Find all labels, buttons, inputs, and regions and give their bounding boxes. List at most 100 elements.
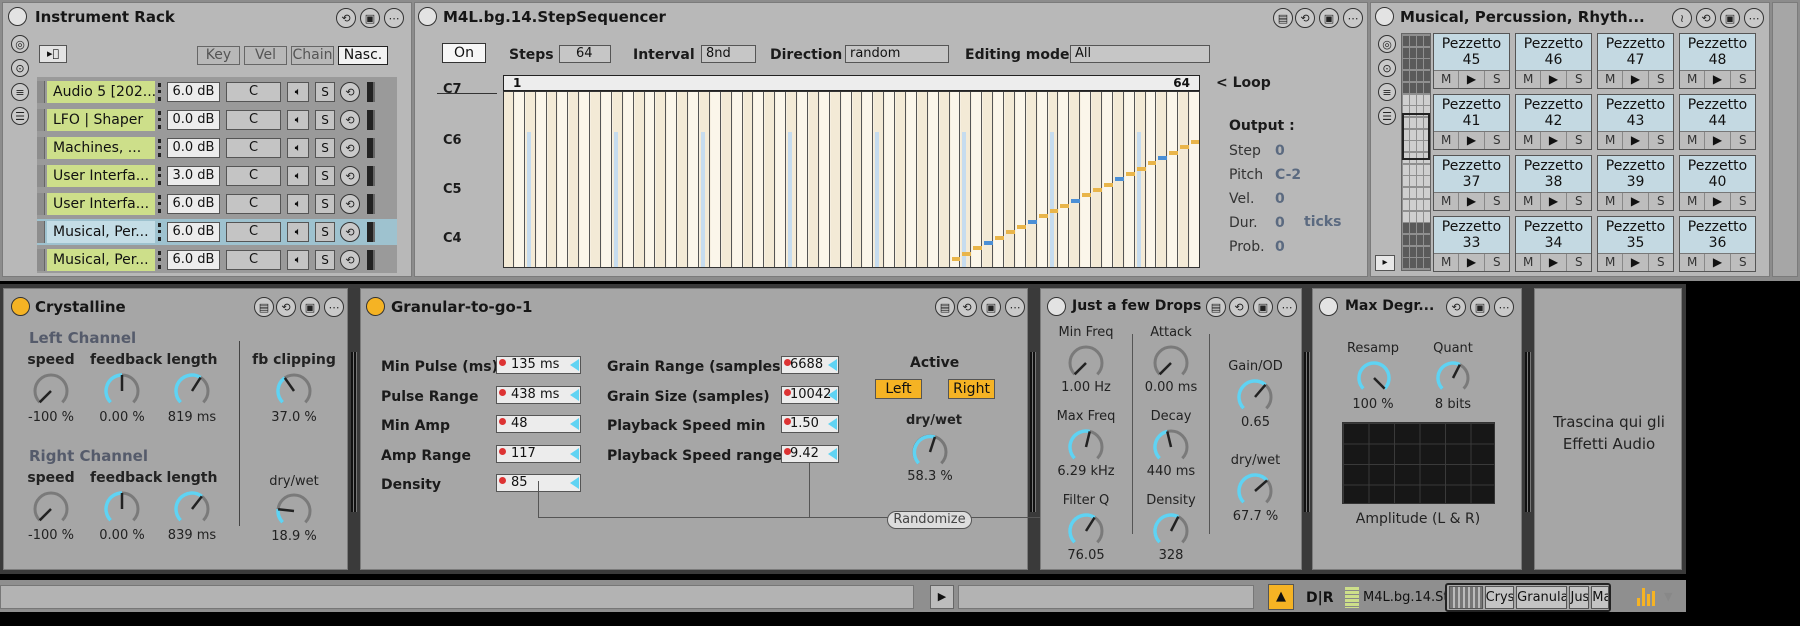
drops-col2-knob[interactable]: [1151, 511, 1191, 551]
pad-solo-button[interactable]: S: [1485, 132, 1509, 149]
drum-pad[interactable]: Pezzetto 44 M ▶ S: [1679, 94, 1756, 150]
step-column[interactable]: [808, 92, 819, 267]
granular-right-field[interactable]: 9.42: [781, 444, 839, 463]
granular-left-field[interactable]: 438 ms: [496, 385, 581, 404]
granular-left-field[interactable]: 135 ms: [496, 356, 581, 374]
pad-mute-button[interactable]: M: [1434, 132, 1460, 149]
pad-solo-button[interactable]: S: [1649, 254, 1673, 271]
chain-hotswap-icon[interactable]: ⟲: [340, 194, 360, 214]
rack-random-icon[interactable]: ⊙: [11, 59, 29, 77]
chain-volume[interactable]: 6.0 dB: [167, 250, 220, 270]
drum-list-icon[interactable]: ≡: [1378, 83, 1396, 101]
drops-col1-knob[interactable]: [1066, 427, 1106, 467]
crystalline-drywet-knob[interactable]: [274, 491, 314, 531]
pad-play-button[interactable]: ▶: [1541, 132, 1567, 149]
step-column[interactable]: [1157, 92, 1168, 267]
drum-chains-icon[interactable]: ☰: [1378, 107, 1396, 125]
step-note[interactable]: [1147, 161, 1157, 166]
step-note[interactable]: [1016, 225, 1026, 230]
randomize-button[interactable]: Randomize: [887, 511, 972, 529]
step-column[interactable]: [1146, 92, 1157, 267]
pad-solo-button[interactable]: S: [1567, 71, 1591, 88]
pad-play-button[interactable]: ▶: [1459, 71, 1485, 88]
step-column[interactable]: [939, 92, 950, 267]
step-column[interactable]: [917, 92, 928, 267]
pad-solo-button[interactable]: S: [1485, 193, 1509, 210]
splitter-2[interactable]: [1030, 352, 1036, 512]
loop-bar[interactable]: 1 64: [503, 75, 1200, 91]
crystalline-right-knob[interactable]: [102, 489, 142, 529]
step-column[interactable]: [623, 92, 634, 267]
step-column[interactable]: [961, 92, 972, 267]
pad-solo-button[interactable]: S: [1485, 254, 1509, 271]
rack-power-button[interactable]: [8, 7, 27, 26]
editing-mode-select[interactable]: All: [1070, 45, 1210, 63]
step-column[interactable]: [536, 92, 547, 267]
chain-row[interactable]: Musical, Per... 6.0 dB C 🔈︎ S ⟲: [37, 247, 397, 273]
drum-power-button[interactable]: [1375, 7, 1394, 26]
drum-pad[interactable]: Pezzetto 41 M ▶ S: [1433, 94, 1510, 150]
step-column[interactable]: [667, 92, 678, 267]
drops-col1-knob[interactable]: [1066, 343, 1106, 383]
chain-row[interactable]: User Interfa... 6.0 dB C 🔈︎ S ⟲: [37, 191, 397, 217]
step-column[interactable]: [1015, 92, 1026, 267]
drum-pad[interactable]: Pezzetto 46 M ▶ S: [1515, 33, 1592, 89]
step-column[interactable]: [1102, 92, 1113, 267]
pad-solo-button[interactable]: S: [1731, 254, 1755, 271]
step-column[interactable]: [689, 92, 700, 267]
chain-solo[interactable]: S: [315, 138, 335, 158]
pad-mute-button[interactable]: M: [1434, 254, 1460, 271]
step-column[interactable]: [1004, 92, 1015, 267]
status-device-label[interactable]: M4L.bg.14.St: [1363, 587, 1445, 609]
step-column[interactable]: [754, 92, 765, 267]
step-column[interactable]: [950, 92, 961, 267]
pad-solo-button[interactable]: S: [1731, 71, 1755, 88]
drum-pad[interactable]: Pezzetto 42 M ▶ S: [1515, 94, 1592, 150]
pad-play-button[interactable]: ▶: [1541, 71, 1567, 88]
pad-overview[interactable]: [1401, 33, 1431, 271]
step-column[interactable]: [514, 92, 525, 267]
fb-clipping-knob[interactable]: [274, 371, 314, 411]
step-column[interactable]: [1124, 92, 1135, 267]
step-column[interactable]: [569, 92, 580, 267]
step-note[interactable]: [995, 235, 1004, 240]
pad-play-button[interactable]: ▶: [1705, 132, 1731, 149]
drum-pad[interactable]: Pezzetto 36 M ▶ S: [1679, 216, 1756, 272]
drum-pad[interactable]: Pezzetto 33 M ▶ S: [1433, 216, 1510, 272]
pad-mute-button[interactable]: M: [1516, 193, 1542, 210]
step-column[interactable]: [1048, 92, 1059, 267]
granular-left-field[interactable]: 48: [496, 415, 581, 433]
chain-overview-item[interactable]: Granular: [1516, 586, 1568, 609]
speaker-icon[interactable]: 🔈︎: [287, 250, 309, 270]
step-column[interactable]: [1059, 92, 1070, 267]
step-note[interactable]: [1071, 198, 1081, 203]
step-column[interactable]: [1135, 92, 1146, 267]
step-note[interactable]: [962, 251, 972, 256]
pad-play-button[interactable]: ▶: [1459, 132, 1485, 149]
direction-select[interactable]: random: [845, 45, 949, 63]
pad-solo-button[interactable]: S: [1731, 132, 1755, 149]
pad-solo-button[interactable]: S: [1649, 71, 1673, 88]
crystalline-right-knob[interactable]: [31, 489, 71, 529]
pad-play-button[interactable]: ▶: [1705, 254, 1731, 271]
step-column[interactable]: [776, 92, 787, 267]
step-note[interactable]: [1103, 182, 1113, 187]
drops-col3-knob[interactable]: [1235, 377, 1275, 417]
chain-row[interactable]: Audio 5 [202... 6.0 dB C 🔈︎ S ⟲: [37, 79, 397, 105]
step-column[interactable]: [1190, 92, 1199, 267]
step-column[interactable]: [994, 92, 1004, 267]
spectrum-icon[interactable]: [1637, 588, 1659, 606]
step-column[interactable]: [1070, 92, 1081, 267]
step-column[interactable]: [1026, 92, 1037, 267]
chain-row[interactable]: Machines, ... 0.0 dB C 🔈︎ S ⟲: [37, 135, 397, 161]
seq-menu-icon[interactable]: ⋯: [1343, 8, 1363, 28]
rack-tab-chain[interactable]: Chain: [291, 46, 334, 65]
resamp-knob[interactable]: [1355, 359, 1393, 397]
step-column[interactable]: [743, 92, 754, 267]
drum-save-icon[interactable]: ▣: [1720, 8, 1740, 28]
chain-overview-item[interactable]: Jus: [1569, 586, 1590, 609]
drum-pad[interactable]: Pezzetto 40 M ▶ S: [1679, 155, 1756, 211]
seq-save-icon[interactable]: ▣: [1319, 8, 1339, 28]
pad-play-button[interactable]: ▶: [1541, 193, 1567, 210]
step-column[interactable]: [656, 92, 667, 267]
